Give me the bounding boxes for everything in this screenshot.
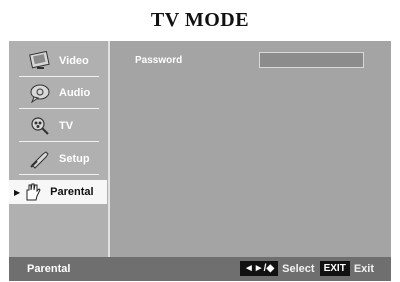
select-hint: Select [282, 262, 315, 275]
footer-bar: Parental ◄►/◆ Select EXIT Exit [9, 257, 391, 281]
exit-key-badge: EXIT [319, 261, 350, 276]
sidebar-item-label: Video [59, 55, 89, 67]
selection-arrow-icon: ▶ [14, 187, 21, 197]
sidebar-item-parental[interactable]: ▶ Parental [9, 180, 107, 204]
monitor-icon [29, 51, 51, 71]
password-field[interactable] [259, 52, 364, 68]
speech-bubble-icon [29, 83, 51, 103]
divider [19, 108, 99, 109]
current-menu-label: Parental [27, 263, 71, 275]
exit-hint: Exit [353, 262, 374, 275]
key-hints: ◄►/◆ Select EXIT Exit [239, 261, 379, 276]
sidebar-item-setup[interactable]: Setup [15, 147, 101, 171]
magnifier-icon [29, 116, 51, 136]
sidebar: Video Audio TV Setup ▶ Parental [9, 41, 110, 257]
sidebar-item-label: Parental [50, 186, 94, 198]
divider [19, 174, 99, 175]
hand-icon [22, 182, 44, 202]
nav-keys-icon: ◄►/◆ [239, 261, 279, 276]
page-title: TV MODE [150, 9, 250, 31]
sidebar-item-video[interactable]: Video [15, 49, 101, 73]
divider [19, 141, 99, 142]
divider [19, 76, 99, 77]
sidebar-item-label: Setup [59, 153, 90, 165]
sidebar-item-tv[interactable]: TV [15, 114, 101, 138]
sidebar-item-label: TV [59, 120, 74, 132]
sidebar-item-audio[interactable]: Audio [15, 81, 101, 105]
sidebar-item-label: Audio [59, 87, 91, 99]
password-label: Password [135, 55, 183, 66]
content-panel: Password [110, 41, 391, 257]
wrench-icon [29, 149, 51, 169]
osd-menu: Video Audio TV Setup ▶ Parental Password… [9, 41, 391, 281]
